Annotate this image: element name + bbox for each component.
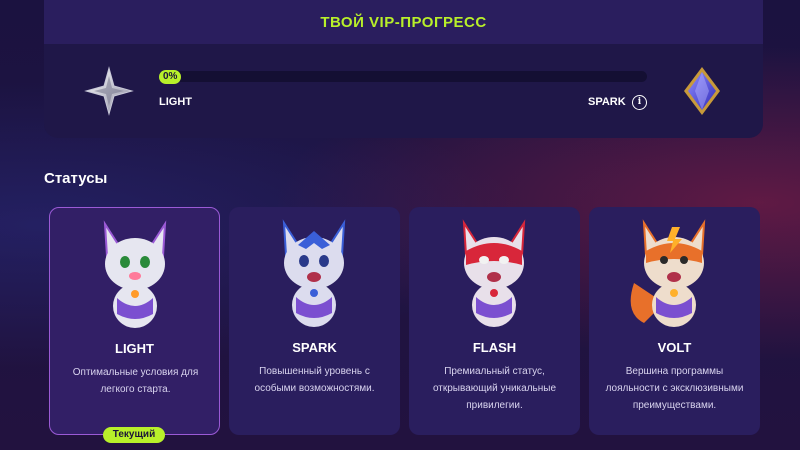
vip-progress-bar bbox=[159, 71, 647, 82]
info-icon[interactable]: i bbox=[632, 95, 647, 110]
vip-progress-header: ТВОЙ VIP-ПРОГРЕСС bbox=[44, 0, 763, 44]
status-card-light[interactable]: LIGHT Оптимальные условия для легкого ст… bbox=[49, 207, 220, 435]
next-level-label: SPARK bbox=[588, 96, 626, 108]
status-name: FLASH bbox=[472, 340, 517, 355]
vip-progress-title: ТВОЙ VIP-ПРОГРЕСС bbox=[320, 13, 487, 31]
status-card-flash[interactable]: FLASH Премиальный статус, открывающий ун… bbox=[409, 207, 580, 435]
statuses-section-title: Статусы bbox=[44, 170, 108, 187]
status-description: Оптимальные условия для легкого старта. bbox=[72, 367, 199, 395]
current-level-label: LIGHT bbox=[159, 96, 192, 108]
status-name: VOLT bbox=[657, 340, 692, 355]
spark-diamond-gem-icon bbox=[684, 67, 720, 115]
current-status-badge: Текущий bbox=[103, 427, 165, 443]
light-fox-mascot-image bbox=[103, 220, 167, 328]
volt-fox-mascot-image bbox=[630, 219, 706, 327]
progress-percent-badge: 0% bbox=[159, 70, 182, 84]
status-name: SPARK bbox=[292, 340, 337, 355]
light-star-gem-icon bbox=[84, 66, 134, 116]
status-description: Повышенный уровень с особыми возможностя… bbox=[254, 366, 375, 394]
status-name: LIGHT bbox=[115, 341, 154, 356]
status-description: Вершина программы лояльности с эксклюзив… bbox=[605, 366, 744, 411]
status-card-spark[interactable]: SPARK Повышенный уровень с особыми возмо… bbox=[229, 207, 400, 435]
flash-fox-mascot-image bbox=[462, 219, 526, 327]
spark-fox-mascot-image bbox=[282, 219, 346, 327]
status-description: Премиальный статус, открывающий уникальн… bbox=[432, 366, 557, 411]
status-card-volt[interactable]: VOLT Вершина программы лояльности с экск… bbox=[589, 207, 760, 435]
vip-progress-panel: ТВОЙ VIP-ПРОГРЕСС 0% LIGHT SPARK i bbox=[44, 0, 763, 138]
